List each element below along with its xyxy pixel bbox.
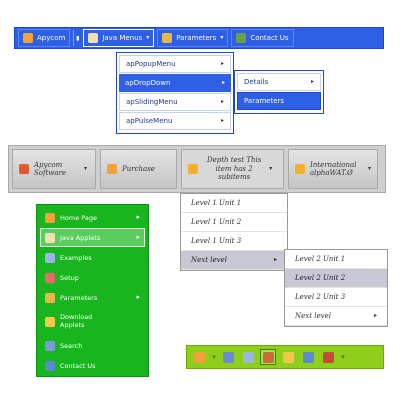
book-icon [88, 33, 99, 43]
blue-submenu-item[interactable]: apSlidingMenu ▸ [119, 93, 231, 111]
people-icon [236, 33, 247, 43]
toolbar-folder-button[interactable] [280, 349, 296, 365]
blue-menu-separator: ▮ [73, 30, 81, 46]
grey-submenu-item[interactable]: Next level ▸ [181, 251, 287, 270]
download-icon [45, 316, 55, 327]
chevron-down-icon: ▾ [146, 34, 150, 41]
toolbar-tools-button[interactable] [260, 349, 276, 365]
green-menu-item-home-page[interactable]: Home Page ▸ [40, 208, 145, 227]
green-menu-item-examples[interactable]: Examples [40, 248, 145, 267]
blue-menu-item-apycom[interactable]: Apycom [18, 29, 71, 47]
grey-submenu-item[interactable]: Level 1 Unit 3 [181, 232, 287, 251]
chevron-down-icon: ▾ [212, 353, 216, 361]
setup-icon [45, 272, 55, 283]
green-menu-item-parameters[interactable]: Parameters ▸ [40, 288, 145, 307]
blue-submenu-item[interactable]: apPopupMenu ▸ [119, 55, 231, 73]
grey-menu-item-international[interactable]: International alphaWAT.Ø ▾ [287, 149, 378, 189]
grey-menu-item-purchase[interactable]: Purchase [100, 149, 178, 189]
green-vertical-menu: Home Page ▸ Java Applets ▸ Examples Setu… [36, 204, 149, 377]
mail-icon [45, 360, 55, 371]
blue-menu-item-parameters[interactable]: Parameters ▾ [157, 29, 229, 47]
grey-submenu-item[interactable]: Level 1 Unit 1 [181, 194, 287, 213]
grid-icon [19, 164, 29, 174]
home-icon [193, 351, 205, 363]
chevron-down-icon: ▾ [367, 165, 371, 172]
grey-submenu2-item[interactable]: Level 2 Unit 3 [285, 288, 387, 307]
chevron-down-icon: ▾ [84, 165, 88, 172]
toolbar-home-button[interactable] [191, 349, 207, 365]
tools-icon [262, 351, 274, 363]
grey-menu-item-depth-test[interactable]: Depth test This item has 2 subitems ▾ [181, 149, 284, 189]
screen-icon [45, 252, 55, 263]
blue-submenu: apPopupMenu ▸ apDropDown ▸ apSlidingMenu ▸ … [116, 52, 234, 134]
green-menu-item-java-applets[interactable]: Java Applets ▸ [40, 228, 145, 247]
chevron-down-icon: ▾ [269, 165, 273, 172]
chevron-down-icon: ▾ [341, 353, 345, 361]
grey-submenu: Level 1 Unit 1 Level 1 Unit 2 Level 1 Un… [180, 193, 288, 271]
grey-submenu2-item[interactable]: Next level ▸ [285, 307, 387, 326]
green-menu-item-contact-us[interactable]: Contact Us [40, 356, 145, 375]
blue-submenu2-item[interactable]: Details ▸ [237, 73, 321, 91]
blue-menu-bar: Apycom ▮ Java Menus ▾ Parameters ▾ Conta… [14, 27, 384, 49]
screen-icon [242, 351, 254, 363]
gear-icon [162, 33, 173, 43]
people-icon [322, 351, 334, 363]
green-menu-item-setup[interactable]: Setup [40, 268, 145, 287]
grey-submenu-item[interactable]: Level 1 Unit 2 [181, 213, 287, 232]
green-menu-item-search[interactable]: Search [40, 336, 145, 355]
folder-icon [188, 164, 199, 174]
grey-submenu-level2: Level 2 Unit 1 Level 2 Unit 2 Level 2 Un… [284, 249, 388, 327]
toolbar-people-button[interactable] [320, 349, 336, 365]
lime-icon-toolbar: ▾ ▾ [186, 345, 384, 369]
book-icon [45, 232, 55, 243]
gear-icon [45, 292, 55, 303]
blue-submenu2-item[interactable]: Parameters [237, 92, 321, 110]
search-icon [302, 351, 314, 363]
chevron-right-icon: ▸ [220, 60, 224, 67]
chevron-right-icon: ▸ [310, 78, 314, 85]
book-icon [222, 351, 234, 363]
toolbar-book-button[interactable] [220, 349, 236, 365]
chevron-right-icon: ▸ [136, 213, 140, 221]
chevron-right-icon: ▸ [220, 117, 224, 124]
globe-icon [294, 164, 305, 174]
grey-submenu2-item[interactable]: Level 2 Unit 2 [285, 269, 387, 288]
chevron-down-icon: ▾ [220, 34, 224, 41]
blue-menu-item-contact-us[interactable]: Contact Us [231, 29, 294, 47]
blue-menu-item-java-menus[interactable]: Java Menus ▾ [83, 29, 155, 47]
chevron-right-icon: ▸ [136, 293, 140, 301]
grey-menu-bar: Apycom Software ▾ Purchase Depth test Th… [8, 145, 386, 193]
blue-submenu-item[interactable]: apDropDown ▸ [119, 74, 231, 92]
cart-icon [107, 164, 118, 174]
chevron-right-icon: ▸ [373, 312, 377, 319]
chevron-right-icon: ▸ [136, 233, 140, 241]
chevron-right-icon: ▸ [273, 256, 277, 263]
grey-submenu2-item[interactable]: Level 2 Unit 1 [285, 250, 387, 269]
toolbar-search-button[interactable] [300, 349, 316, 365]
home-icon [23, 33, 33, 43]
green-menu-item-download-applets[interactable]: Download Applets [40, 308, 145, 335]
chevron-right-icon: ▸ [221, 79, 225, 86]
folder-icon [282, 351, 294, 363]
blue-submenu-level2: Details ▸ Parameters [234, 70, 324, 114]
search-icon [45, 340, 55, 351]
toolbar-screen-button[interactable] [240, 349, 256, 365]
blue-submenu-item[interactable]: apPulseMenu ▸ [119, 112, 231, 130]
chevron-right-icon: ▸ [220, 98, 224, 105]
grey-menu-item-apycom[interactable]: Apycom Software ▾ [12, 149, 97, 189]
home-icon [45, 212, 55, 223]
